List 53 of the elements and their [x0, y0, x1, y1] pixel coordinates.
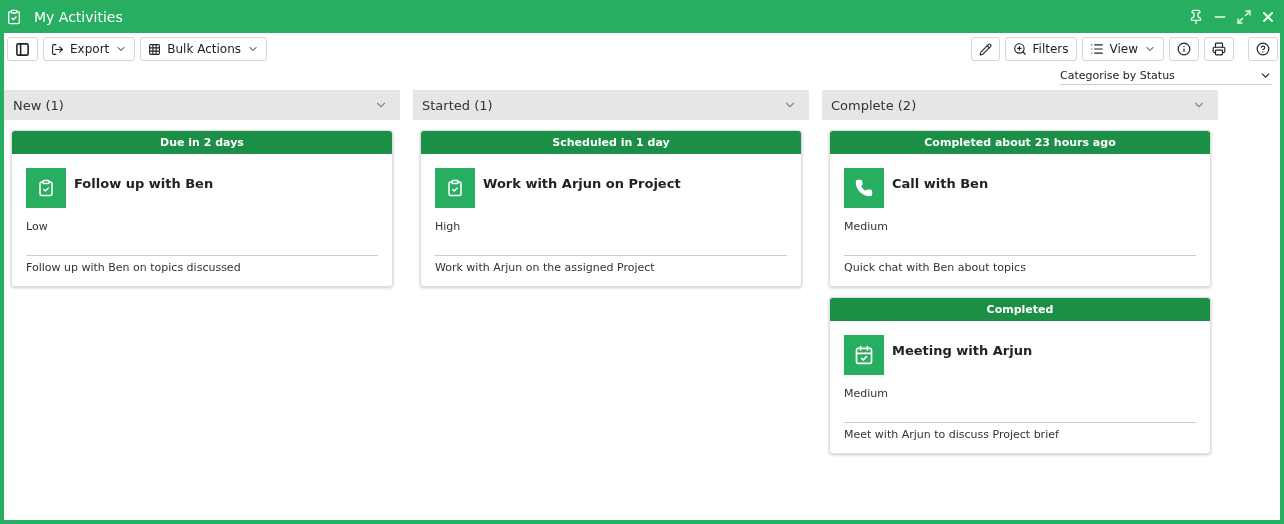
- activity-card[interactable]: Due in 2 days Follow up with Ben Low Follow up with Ben on topics discussed: [11, 130, 393, 287]
- column-title: Started (1): [422, 97, 493, 113]
- priority-label: Medium: [844, 219, 889, 235]
- card-banner: Scheduled in 1 day: [421, 131, 801, 154]
- column-header[interactable]: Complete (2): [822, 90, 1218, 120]
- panel-button[interactable]: [7, 37, 38, 61]
- card-description: Work with Arjun on the assigned Project: [435, 260, 656, 276]
- info-button[interactable]: [1169, 37, 1199, 61]
- view-button[interactable]: View: [1081, 37, 1164, 61]
- print-button[interactable]: [1204, 37, 1234, 61]
- grid-icon: [148, 42, 162, 56]
- card-title: Call with Ben: [892, 176, 989, 193]
- card-title: Work with Arjun on Project: [483, 176, 681, 193]
- list-icon: [1089, 42, 1104, 56]
- print-icon: [1212, 42, 1226, 56]
- column-title: Complete (2): [831, 97, 917, 113]
- card-title: Follow up with Ben: [74, 176, 214, 193]
- edit-button[interactable]: [970, 37, 1000, 61]
- column-header[interactable]: Started (1): [413, 90, 809, 120]
- pencil-icon: [978, 42, 992, 56]
- clipboard-icon: [446, 179, 464, 197]
- help-button[interactable]: [1248, 37, 1278, 61]
- calendar-icon: [854, 345, 874, 365]
- pin-icon[interactable]: [1188, 8, 1204, 25]
- card-banner: Completed about 23 hours ago: [830, 131, 1210, 154]
- export-button[interactable]: Export: [43, 37, 136, 61]
- zoom-icon: [1012, 42, 1027, 56]
- card-title: Meeting with Arjun: [892, 343, 1033, 360]
- column-title: New (1): [13, 97, 64, 113]
- clipboard-icon: [6, 8, 22, 25]
- info-icon: [1177, 42, 1191, 56]
- export-icon: [51, 42, 64, 56]
- maximize-icon[interactable]: [1236, 8, 1252, 25]
- activity-card[interactable]: Scheduled in 1 day Work with Arjun on Project High Work with Arjun on the assigned Project: [420, 130, 802, 287]
- priority-label: Low: [26, 219, 49, 235]
- activity-card[interactable]: Completed about 23 hours ago Call with Ben Medium Quick chat with Ben about topics: [829, 130, 1211, 287]
- panel-icon: [15, 41, 30, 57]
- card-description: Follow up with Ben on topics discussed: [26, 260, 242, 276]
- bulk-button[interactable]: Bulk Actions: [140, 37, 268, 61]
- activity-card[interactable]: Completed Meeting with Arjun Medium Meet with Arjun to discuss Project brief: [829, 297, 1211, 454]
- priority-label: Medium: [844, 386, 889, 402]
- column-header[interactable]: New (1): [4, 90, 400, 120]
- card-description: Quick chat with Ben about topics: [844, 260, 1027, 276]
- filters-button[interactable]: Filters: [1004, 37, 1077, 61]
- priority-label: High: [435, 219, 462, 235]
- help-icon: [1256, 42, 1270, 56]
- card-banner: Completed: [830, 298, 1210, 321]
- window-title: My Activities: [34, 8, 124, 25]
- clipboard-icon: [37, 179, 55, 197]
- card-banner: Due in 2 days: [12, 131, 392, 154]
- phone-icon: [855, 179, 873, 197]
- categorise-dropdown[interactable]: Categorise by Status: [1060, 69, 1272, 85]
- card-description: Meet with Arjun to discuss Project brief: [844, 427, 1060, 443]
